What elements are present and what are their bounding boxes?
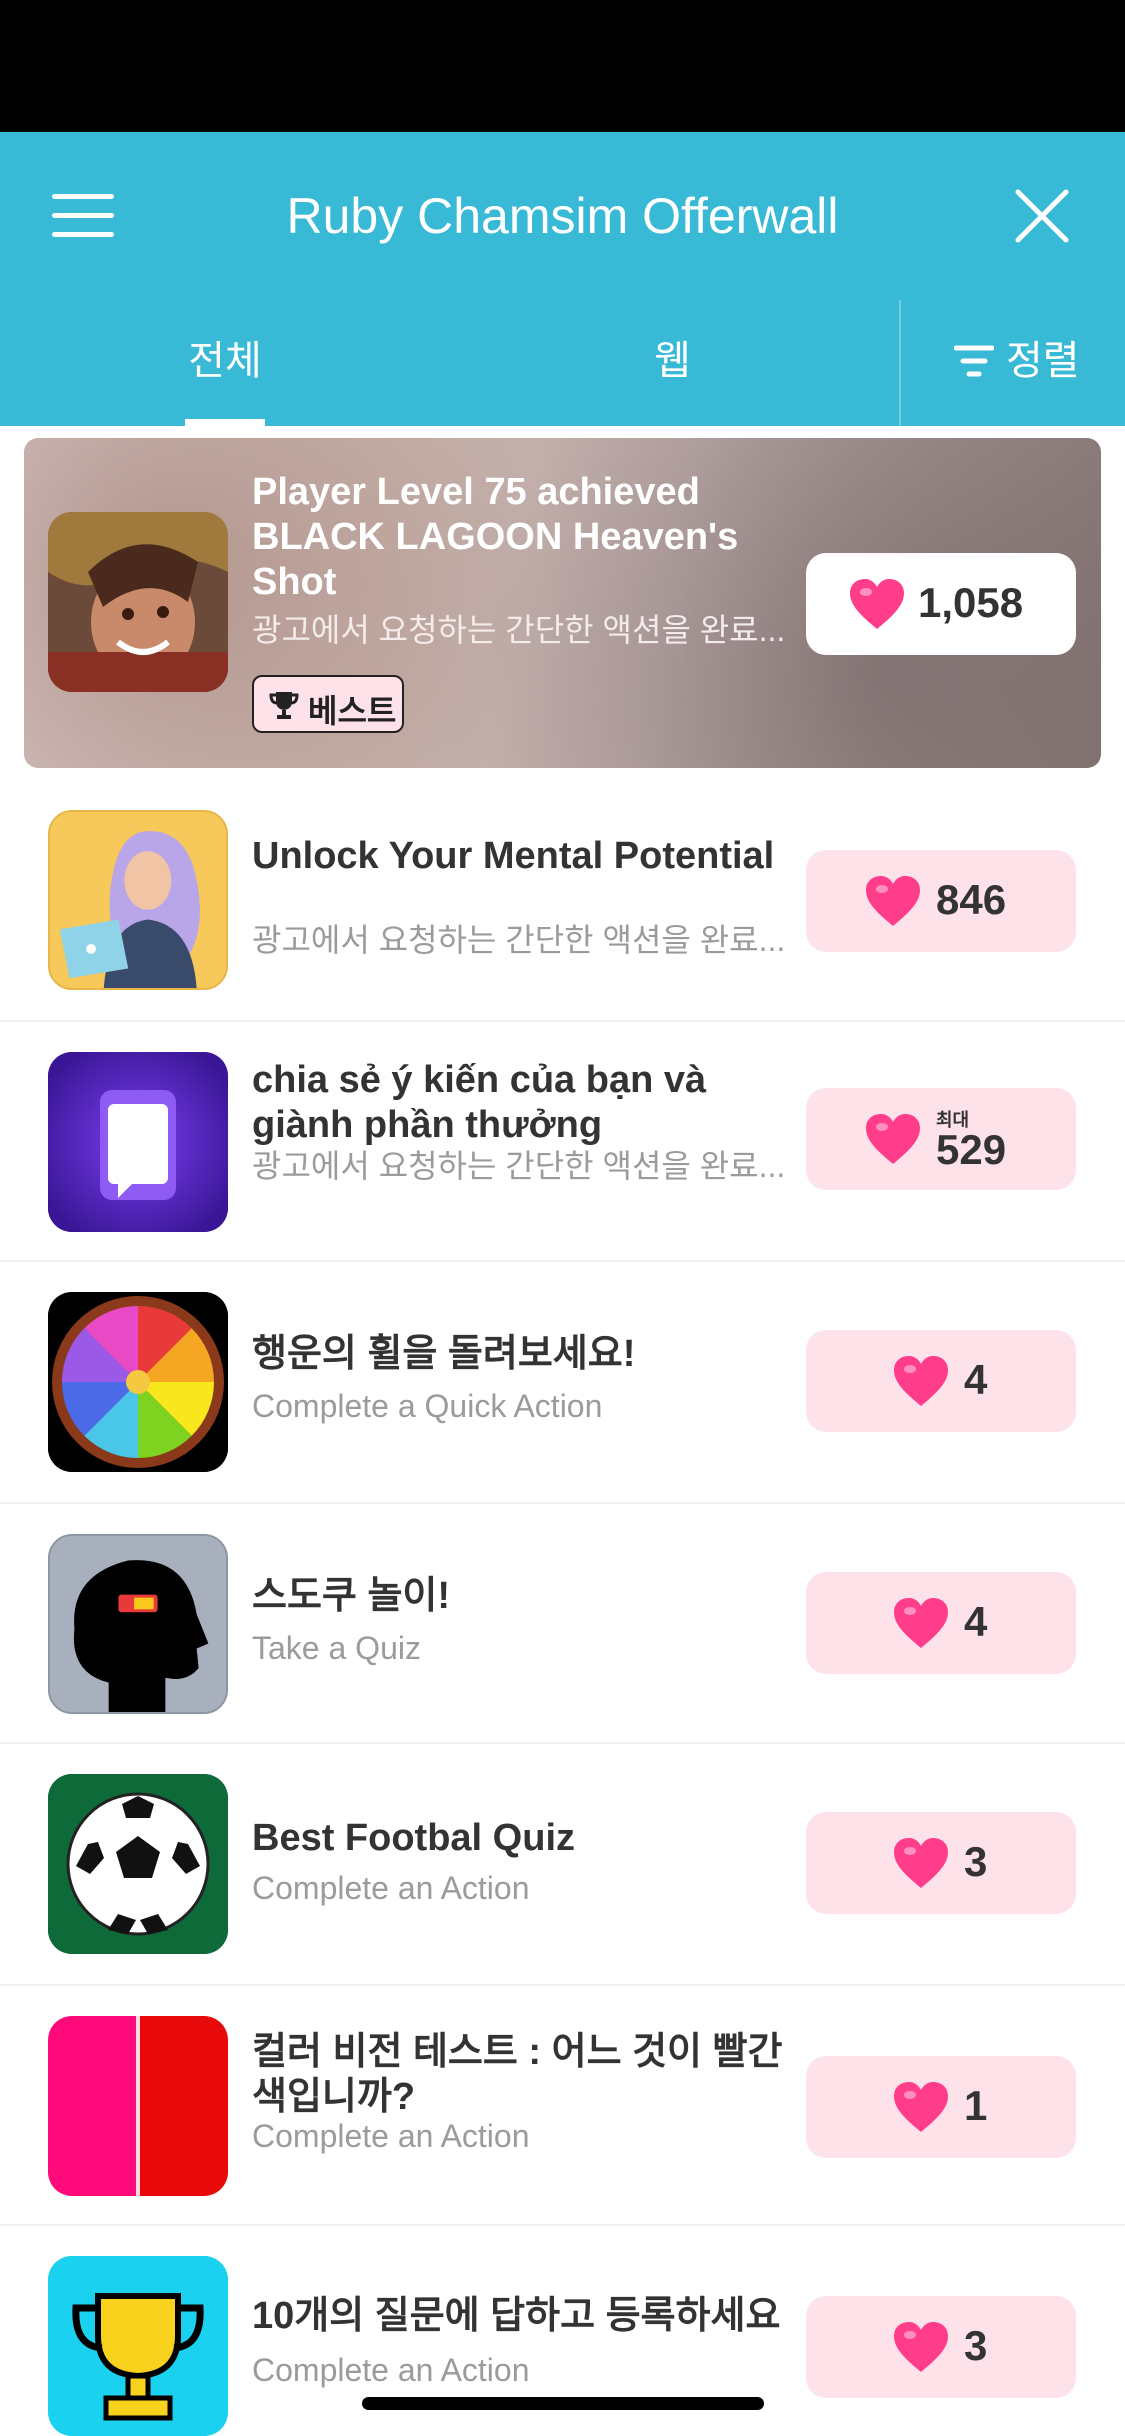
offer-title: 행운의 휠을 돌려보세요! (252, 1333, 636, 1375)
tab-all-label: 전체 (188, 339, 262, 383)
fortune-wheel-thumbnail (48, 1292, 228, 1472)
offer-title: Best Footbal Quiz (252, 1817, 575, 1859)
reward-value: 1,058 (918, 579, 1024, 626)
heart-icon (894, 1356, 948, 1406)
sort-button[interactable]: 정렬 (950, 300, 1100, 426)
soccer-ball-thumbnail (48, 1774, 228, 1954)
head-battery-thumbnail (48, 1534, 228, 1714)
offer-title: Unlock Your Mental Potential (252, 835, 775, 877)
active-tab-indicator (185, 419, 265, 426)
offer-description: Complete a Quick Action (252, 1388, 603, 1424)
list-item-featured[interactable]: Player Level 75 achieved BLACK LAGOON He… (24, 438, 1101, 768)
anime-character-thumbnail (48, 512, 228, 692)
reward-button[interactable]: 4 (806, 1572, 1076, 1674)
heart-icon (850, 579, 904, 629)
offer-title: 스도쿠 놀이! (252, 1575, 451, 1617)
reward-button[interactable]: 4 (806, 1330, 1076, 1432)
heart-icon (894, 1838, 948, 1888)
list-item[interactable]: 행운의 휠을 돌려보세요! Complete a Quick Action 4 (0, 1262, 1125, 1504)
offer-description: Complete an Action (252, 1870, 530, 1906)
list-item[interactable]: chia sẻ ý kiến của bạn và giành phần thư… (0, 1022, 1125, 1262)
sort-filter-icon (954, 345, 994, 377)
reward-value: 3 (964, 1838, 988, 1885)
offer-title: chia sẻ ý kiến của bạn và giành phần thư… (252, 1059, 707, 1146)
reward-button[interactable]: 최대 529 (806, 1088, 1076, 1190)
best-badge: 베스트 (252, 675, 404, 733)
close-icon[interactable] (1014, 188, 1070, 244)
offer-title: 10개의 질문에 답하고 등록하세요 (252, 2295, 781, 2337)
offer-description: 광고에서 요청하는 간단한 액션을 완료... (252, 1148, 786, 1184)
heart-icon (894, 2322, 948, 2372)
offer-description: 광고에서 요청하는 간단한 액션을 완료... (252, 922, 786, 958)
list-item[interactable]: Best Footbal Quiz Complete an Action 3 (0, 1744, 1125, 1986)
tab-all[interactable]: 전체 (145, 300, 305, 426)
trophy-icon (269, 692, 299, 719)
header: Ruby Chamsim Offerwall (0, 132, 1125, 300)
sort-label: 정렬 (1006, 339, 1080, 383)
reward-value: 4 (964, 1598, 988, 1645)
reward-value: 4 (964, 1356, 988, 1403)
reward-button[interactable]: 846 (806, 850, 1076, 952)
reward-value: 529 (936, 1126, 1007, 1173)
heart-icon (866, 876, 920, 926)
phone-chat-thumbnail (48, 1052, 228, 1232)
home-indicator[interactable] (362, 2397, 764, 2410)
page-title: Ruby Chamsim Offerwall (286, 188, 839, 244)
best-badge-label: 베스트 (308, 693, 397, 729)
offer-description: Take a Quiz (252, 1630, 421, 1666)
list-item[interactable]: 스도쿠 놀이! Take a Quiz 4 (0, 1504, 1125, 1744)
offer-description: Complete an Action (252, 2352, 530, 2388)
reward-button[interactable]: 1,058 (806, 553, 1076, 655)
woman-laptop-thumbnail (48, 810, 228, 990)
offer-title: Player Level 75 achieved BLACK LAGOON He… (252, 471, 739, 603)
tab-divider (899, 300, 901, 426)
trophy-thumbnail (48, 2256, 228, 2436)
red-pink-split-thumbnail (48, 2016, 228, 2196)
reward-button[interactable]: 3 (806, 2296, 1076, 2398)
offer-description: 광고에서 요청하는 간단한 액션을 완료... (252, 612, 786, 648)
status-bar (0, 0, 1125, 132)
reward-value: 846 (936, 876, 1007, 923)
tab-bar: 전체 웹 정렬 (0, 300, 1125, 426)
reward-value: 1 (964, 2082, 988, 2129)
tab-web-label: 웹 (654, 339, 691, 383)
list-item[interactable]: 컬러 비전 테스트 : 어느 것이 빨간색입니까? Complete an Ac… (0, 1986, 1125, 2226)
offer-description: Complete an Action (252, 2118, 530, 2154)
heart-icon (866, 1114, 920, 1164)
list-item[interactable]: Unlock Your Mental Potential 광고에서 요청하는 간… (0, 780, 1125, 1022)
offer-title: 컬러 비전 테스트 : 어느 것이 빨간색입니까? (252, 2031, 783, 2118)
heart-icon (894, 1598, 948, 1648)
reward-value: 3 (964, 2322, 988, 2369)
tab-web[interactable]: 웹 (600, 300, 745, 426)
heart-icon (894, 2082, 948, 2132)
reward-button[interactable]: 1 (806, 2056, 1076, 2158)
reward-button[interactable]: 3 (806, 1812, 1076, 1914)
